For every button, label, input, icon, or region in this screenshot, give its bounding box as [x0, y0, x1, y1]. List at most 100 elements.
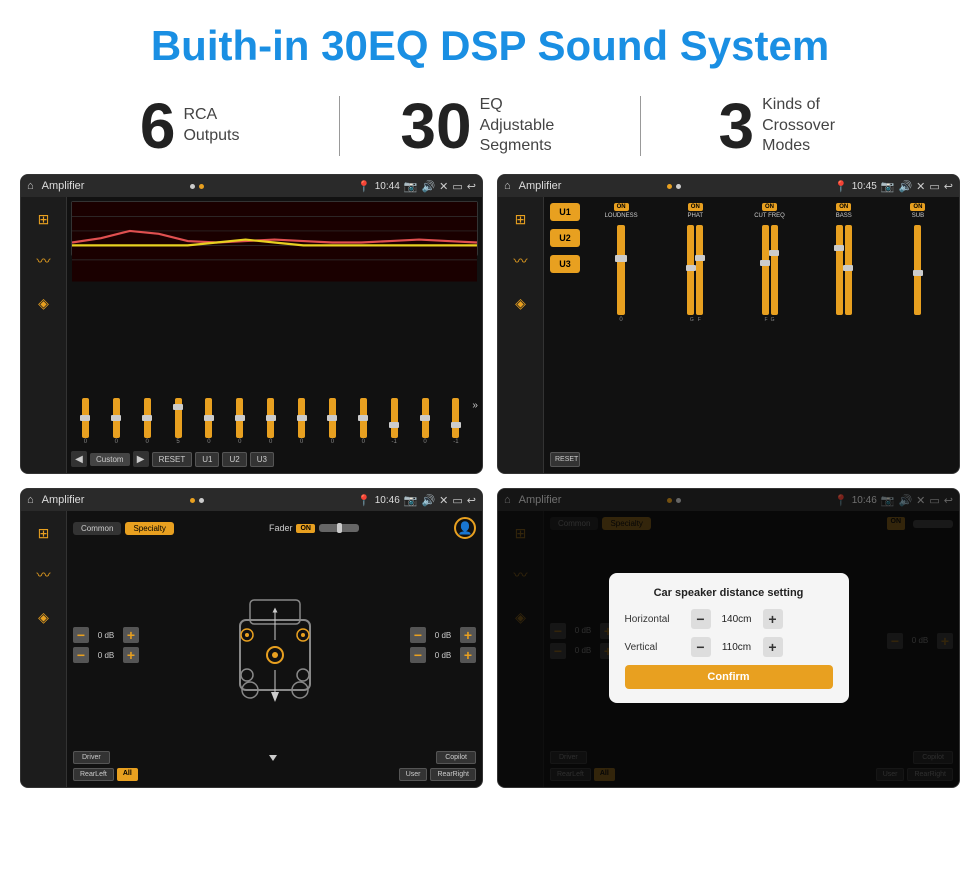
eq-slider-7[interactable]: 0 [256, 398, 285, 445]
eq-inner-content: ⊞ 〰 ◈ [21, 197, 482, 473]
eq-next-btn[interactable]: ▶ [133, 451, 149, 467]
loudness-label: LOUDNESS [605, 213, 638, 219]
eq-u3-btn[interactable]: U3 [250, 452, 274, 467]
phat-slider-f[interactable] [696, 225, 703, 315]
bass-slider-1[interactable] [836, 225, 843, 315]
eq-u2-btn[interactable]: U2 [222, 452, 246, 467]
fader-plus-1[interactable]: + [123, 627, 139, 643]
dialog-confirm-button[interactable]: Confirm [625, 665, 833, 689]
fader-body: − 0 dB + − 0 dB + [73, 543, 476, 747]
u1-btn[interactable]: U1 [550, 203, 580, 221]
phat-on-badge[interactable]: ON [688, 203, 703, 211]
fader-db-row-4: − 0 dB + [410, 647, 476, 663]
bass-slider-2[interactable] [845, 225, 852, 315]
eq-slider-13[interactable]: -1 [442, 398, 471, 445]
phat-label: PHAT [688, 213, 704, 219]
eq-speaker-icon[interactable]: ◈ [30, 289, 58, 317]
fader-on-badge[interactable]: ON [296, 524, 315, 533]
eq-slider-1[interactable]: 0 [71, 398, 100, 445]
fader-minus-3[interactable]: − [410, 627, 426, 643]
cross-wave-icon[interactable]: 〰 [507, 247, 535, 275]
eq-slider-12[interactable]: 0 [411, 398, 440, 445]
cross-reset-btn[interactable]: RESET [550, 452, 580, 467]
fader-status-bar: ⌂ Amplifier 📍 10:46 📷 🔊 ✕ ▭ ↩ [21, 489, 482, 511]
sub-on-badge[interactable]: ON [910, 203, 925, 211]
common-tab[interactable]: Common [73, 522, 121, 535]
u3-btn[interactable]: U3 [550, 255, 580, 273]
cross-location-icon: 📍 [834, 180, 848, 193]
fader-track[interactable] [319, 524, 359, 532]
fader-user-btn[interactable]: User [399, 768, 428, 781]
fader-speaker-icon[interactable]: ◈ [30, 603, 58, 631]
eq-tune-icon[interactable]: ⊞ [30, 205, 58, 233]
cutfreq-slider-g[interactable] [771, 225, 778, 315]
eq-slider-11[interactable]: -1 [380, 398, 409, 445]
specialty-tab[interactable]: Specialty [125, 522, 173, 535]
loudness-val: 0 [619, 317, 622, 323]
cutfreq-thumb-g [769, 250, 779, 256]
stat-eq-number: 30 [400, 94, 471, 158]
fader-driver-btn[interactable]: Driver [73, 751, 110, 764]
crossover-status-bar: ⌂ Amplifier 📍 10:45 📷 🔊 ✕ ▭ ↩ [498, 175, 959, 197]
cutfreq-on-badge[interactable]: ON [762, 203, 777, 211]
fader-minus-4[interactable]: − [410, 647, 426, 663]
home-icon: ⌂ [27, 180, 34, 192]
fader-wave-icon[interactable]: 〰 [30, 561, 58, 589]
stat-divider-2 [640, 96, 641, 156]
phat-sliders [687, 225, 703, 315]
fader-minus-2[interactable]: − [73, 647, 89, 663]
fader-rearleft-btn[interactable]: RearLeft [73, 768, 114, 781]
fader-plus-2[interactable]: + [123, 647, 139, 663]
phat-slider-g[interactable] [687, 225, 694, 315]
fader-db-val-1: 0 dB [92, 631, 120, 640]
bass-on-badge[interactable]: ON [836, 203, 851, 211]
fader-minus-1[interactable]: − [73, 627, 89, 643]
eq-nav-row: ◀ Custom ▶ RESET U1 U2 U3 [71, 449, 478, 469]
eq-slider-4[interactable]: 5 [164, 398, 193, 445]
dialog-overlay: Car speaker distance setting Horizontal … [498, 489, 959, 787]
stat-crossover-label: Kinds ofCrossover Modes [762, 95, 862, 157]
cross-tune-icon[interactable]: ⊞ [507, 205, 535, 233]
fader-plus-3[interactable]: + [460, 627, 476, 643]
cross-volume-icon: 🔊 [898, 180, 912, 193]
fader-plus-4[interactable]: + [460, 647, 476, 663]
back-icon: ↩ [467, 180, 476, 193]
eq-wave-icon[interactable]: 〰 [30, 247, 58, 275]
cutfreq-sliders [762, 225, 778, 315]
eq-slider-8[interactable]: 0 [287, 398, 316, 445]
dialog-vertical-plus[interactable]: + [763, 637, 783, 657]
bass-control: ON BASS [809, 203, 879, 467]
eq-reset-btn[interactable]: RESET [152, 452, 193, 467]
fader-screen-icon: ▭ [452, 494, 462, 507]
eq-slider-10[interactable]: 0 [349, 398, 378, 445]
loudness-slider-track[interactable] [617, 225, 625, 315]
fader-all-btn[interactable]: All [117, 768, 138, 781]
loudness-on-badge[interactable]: ON [614, 203, 629, 211]
eq-slider-5[interactable]: 0 [195, 398, 224, 445]
cross-camera-icon: 📷 [881, 180, 895, 193]
dialog-horizontal-plus[interactable]: + [763, 609, 783, 629]
phat-control: ON PHAT G [660, 203, 730, 467]
eq-slider-9[interactable]: 0 [318, 398, 347, 445]
fader-tune-icon[interactable]: ⊞ [30, 519, 58, 547]
cutfreq-slider-f[interactable] [762, 225, 769, 315]
fader-rearright-btn[interactable]: RearRight [430, 768, 476, 781]
fader-copilot-btn[interactable]: Copilot [436, 751, 476, 764]
sub-control: ON SUB [883, 203, 953, 467]
eq-u1-btn[interactable]: U1 [195, 452, 219, 467]
dialog-horizontal-minus[interactable]: − [691, 609, 711, 629]
dialog-vertical-minus[interactable]: − [691, 637, 711, 657]
stat-eq-label: EQ AdjustableSegments [480, 95, 580, 157]
eq-slider-6[interactable]: 0 [225, 398, 254, 445]
eq-slider-2[interactable]: 0 [102, 398, 131, 445]
crossover-title: Amplifier [519, 180, 664, 192]
cross-speaker-icon[interactable]: ◈ [507, 289, 535, 317]
eq-custom-btn[interactable]: Custom [90, 453, 130, 466]
sub-slider-1[interactable] [914, 225, 921, 315]
fader-person-icon[interactable]: 👤 [454, 517, 476, 539]
eq-expand-icon[interactable]: » [472, 400, 478, 411]
u2-btn[interactable]: U2 [550, 229, 580, 247]
cutfreq-labels: F G [765, 317, 775, 323]
eq-prev-btn[interactable]: ◀ [71, 451, 87, 467]
eq-slider-3[interactable]: 0 [133, 398, 162, 445]
